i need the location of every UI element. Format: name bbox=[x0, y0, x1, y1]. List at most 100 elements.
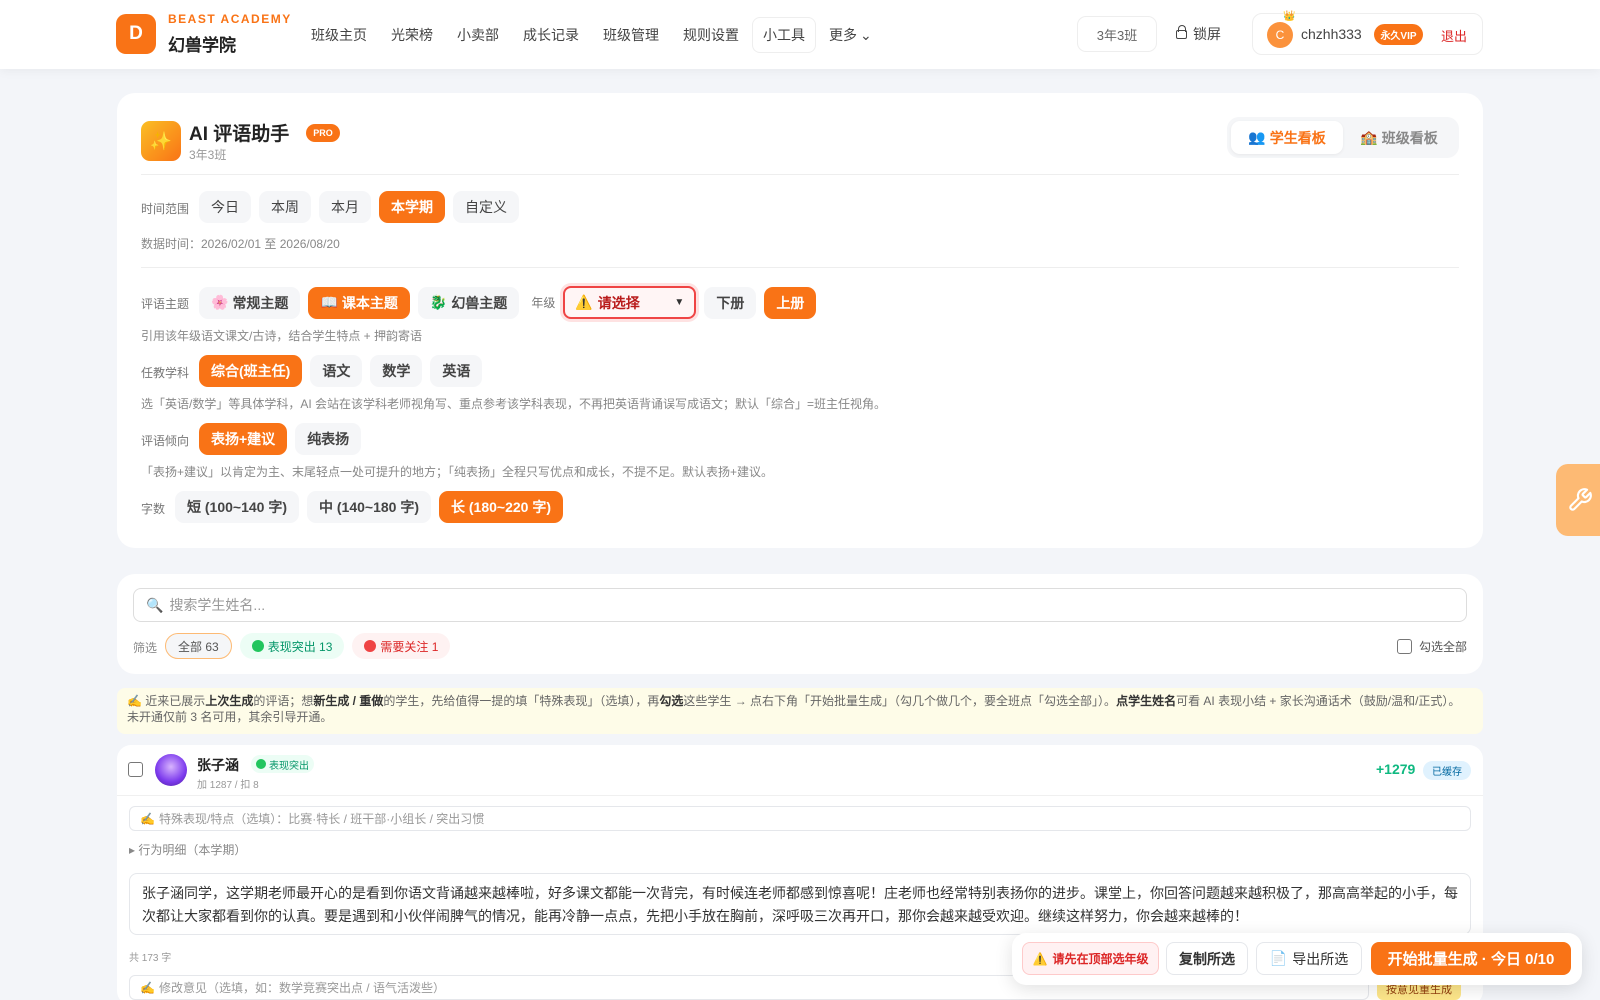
user-avatar[interactable]: C bbox=[1267, 22, 1293, 48]
divider bbox=[141, 174, 1459, 175]
theme-option-textbook[interactable]: 📖 课本主题 bbox=[308, 286, 410, 319]
length-option-long[interactable]: 长 (180~220 字) bbox=[439, 491, 563, 523]
select-all-checkbox[interactable] bbox=[1397, 639, 1412, 654]
theme-option-textbook-label: 课本主题 bbox=[341, 294, 398, 311]
tools-side-tab[interactable] bbox=[1556, 464, 1600, 536]
brand-name-en: BEAST ACADEMY bbox=[168, 12, 292, 26]
time-option-custom[interactable]: 自定义 bbox=[453, 191, 519, 223]
tendency-label: 评语倾向 bbox=[141, 434, 190, 448]
notice-text: 近来已展示 bbox=[145, 694, 206, 708]
data-range-text: 数据时间：2026/02/01 至 2026/08/20 bbox=[141, 237, 340, 251]
tab-student-board[interactable]: 👥 学生看板 bbox=[1231, 121, 1343, 154]
search-placeholder: 搜索学生姓名... bbox=[169, 597, 266, 613]
logout-button[interactable]: 退出 bbox=[1441, 26, 1467, 45]
ai-comment-settings-card: ✨ AI 评语助手 PRO 3年3班 👥 学生看板 🏫 班级看板 时间范围 今日 本… bbox=[117, 93, 1483, 548]
export-selected-button[interactable]: 📄 导出所选 bbox=[1256, 942, 1362, 975]
green-dot-icon bbox=[251, 640, 264, 652]
volume-option-second[interactable]: 下册 bbox=[704, 286, 757, 319]
time-option-semester[interactable]: 本学期 bbox=[379, 191, 445, 223]
nav-shop[interactable]: 小卖部 bbox=[446, 17, 510, 53]
brand-name-cn: 幻兽学院 bbox=[168, 36, 236, 55]
nav-more[interactable]: 更多 ⌄ bbox=[818, 17, 883, 53]
red-dot-icon bbox=[364, 640, 377, 652]
search-input[interactable]: 🔍 搜索学生姓名... bbox=[133, 588, 1467, 622]
notice-text: 的学生，先给值得一提的填「特殊表现」（选填），再 bbox=[383, 694, 660, 708]
nav-class-home[interactable]: 班级主页 bbox=[300, 17, 378, 53]
tendency-option-praise-advice[interactable]: 表扬+建议 bbox=[199, 423, 288, 455]
view-switcher: 👥 学生看板 🏫 班级看板 bbox=[1227, 117, 1459, 158]
subject-option-general[interactable]: 综合(班主任) bbox=[199, 355, 303, 387]
chevron-down-icon: ⌄ bbox=[860, 27, 872, 43]
status-badge: 表现突出 bbox=[251, 755, 314, 773]
tab-student-board-label: 学生看板 bbox=[1269, 129, 1326, 146]
flower-icon: 🌸 bbox=[211, 294, 229, 310]
select-grade-warning[interactable]: ⚠️ 请先在顶部选年级 bbox=[1022, 942, 1159, 975]
lock-label: 锁屏 bbox=[1193, 26, 1221, 42]
page-title: AI 评语助手 bbox=[189, 124, 290, 145]
length-option-medium[interactable]: 中 (140~180 字) bbox=[307, 491, 431, 523]
nav-rule-settings[interactable]: 规则设置 bbox=[672, 17, 750, 53]
filter-outstanding-label: 表现突出 13 bbox=[267, 639, 333, 654]
tab-class-board[interactable]: 🏫 班级看板 bbox=[1343, 121, 1455, 154]
subject-option-math[interactable]: 数学 bbox=[370, 355, 423, 387]
filter-needs-attention-label: 需要关注 1 bbox=[380, 639, 439, 654]
filter-all[interactable]: 全部 63 bbox=[165, 633, 232, 659]
notice-text: 这些学生 → 点右下角「开始批量生成」（勾几个做几个，要全班点「勾选全部」）。 bbox=[683, 694, 1117, 708]
grade-select[interactable]: ⚠️ 请选择 ▼ bbox=[563, 286, 697, 319]
top-navbar: D BEAST ACADEMY 幻兽学院 班级主页 光荣榜 小卖部 成长记录 班… bbox=[0, 0, 1600, 69]
subject-options: 综合(班主任) 语文 数学 英语 bbox=[199, 355, 483, 387]
lock-screen-button[interactable]: 锁屏 bbox=[1176, 24, 1221, 44]
filter-outstanding[interactable]: 表现突出 13 bbox=[239, 633, 345, 659]
notice-text: 的评语；想 bbox=[253, 694, 314, 708]
student-name[interactable]: 张子涵 bbox=[197, 755, 239, 775]
special-traits-input[interactable]: ✍️ 特殊表现/特点（选填）：比赛·特长 / 班干部·小组长 / 突出习惯 bbox=[129, 806, 1471, 831]
main-nav: 班级主页 光荣榜 小卖部 成长记录 班级管理 规则设置 小工具 更多 ⌄ bbox=[300, 17, 883, 53]
book-icon: 📖 bbox=[320, 294, 338, 310]
theme-options: 🌸 常规主题 📖 课本主题 🐉 幻兽主题 年级 ⚠️ 请选择 ▼ 下册 上册 bbox=[199, 286, 817, 319]
tendency-option-praise-only[interactable]: 纯表扬 bbox=[295, 423, 362, 455]
student-checkbox[interactable] bbox=[128, 762, 143, 777]
class-selector[interactable]: 3年3班 bbox=[1077, 16, 1157, 52]
writing-hand-icon: ✍️ bbox=[140, 980, 155, 995]
nav-more-label: 更多 bbox=[829, 27, 857, 43]
theme-option-beast[interactable]: 🐉 幻兽主题 bbox=[417, 286, 520, 319]
tendency-hint: 「表扬+建议」以肯定为主、末尾轻点一处可提升的地方；「纯表扬」全程只写优点和成长… bbox=[141, 465, 774, 479]
nav-honor-board[interactable]: 光荣榜 bbox=[380, 17, 444, 53]
nav-growth-records[interactable]: 成长记录 bbox=[512, 17, 590, 53]
start-batch-generate-button[interactable]: 开始批量生成 · 今日 0/10 bbox=[1371, 942, 1571, 975]
subject-option-english[interactable]: 英语 bbox=[430, 355, 483, 387]
copy-selected-button[interactable]: 复制所选 bbox=[1166, 942, 1248, 975]
nav-tools[interactable]: 小工具 bbox=[752, 17, 816, 53]
app-logo[interactable]: D bbox=[116, 14, 156, 54]
time-option-week[interactable]: 本周 bbox=[259, 191, 311, 223]
subject-label: 任教学科 bbox=[141, 366, 190, 380]
behavior-details-toggle[interactable]: ▸ 行为明细（本学期） bbox=[129, 841, 246, 858]
theme-option-regular[interactable]: 🌸 常规主题 bbox=[199, 286, 301, 319]
page-subtitle: 3年3班 bbox=[189, 148, 227, 162]
length-label: 字数 bbox=[141, 502, 166, 516]
dragon-icon: 🐉 bbox=[429, 294, 448, 310]
char-count: 共 173 字 bbox=[129, 953, 172, 964]
generated-comment[interactable]: 张子涵同学，这学期老师最开心的是看到你语文背诵越来越棒啦，好多课文都能一次背完，… bbox=[129, 873, 1471, 935]
filter-needs-attention[interactable]: 需要关注 1 bbox=[352, 633, 451, 659]
notice-bold-text: 新生成 / 重做 bbox=[313, 694, 384, 708]
time-option-month[interactable]: 本月 bbox=[319, 191, 371, 223]
theme-label: 评语主题 bbox=[141, 297, 190, 311]
wrench-icon bbox=[1569, 488, 1592, 511]
warning-icon: ⚠️ bbox=[575, 294, 593, 310]
pro-badge: PRO bbox=[306, 124, 340, 142]
notice-bold-text: 点学生姓名 bbox=[1116, 694, 1177, 708]
time-range-label: 时间范围 bbox=[141, 202, 190, 216]
sparkles-icon: ✨ bbox=[141, 121, 181, 161]
time-option-today[interactable]: 今日 bbox=[199, 191, 251, 223]
instructions-notice: ✍️ 近来已展示上次生成的评语；想新生成 / 重做的学生，先给值得一提的填「特殊… bbox=[117, 688, 1483, 734]
subject-option-chinese[interactable]: 语文 bbox=[310, 355, 363, 387]
nav-class-management[interactable]: 班级管理 bbox=[592, 17, 670, 53]
select-all-toggle[interactable]: 勾选全部 bbox=[1397, 638, 1467, 655]
volume-option-first[interactable]: 上册 bbox=[764, 286, 817, 319]
special-traits-placeholder: 特殊表现/特点（选填）：比赛·特长 / 班干部·小组长 / 突出习惯 bbox=[158, 812, 485, 826]
filter-label: 筛选 bbox=[133, 641, 158, 655]
student-filter-card: 🔍 搜索学生姓名... 筛选 全部 63 表现突出 13 需要关注 1 勾选全部 bbox=[117, 574, 1483, 674]
net-score: +1279 bbox=[1376, 761, 1416, 777]
length-option-short[interactable]: 短 (100~140 字) bbox=[175, 491, 299, 523]
